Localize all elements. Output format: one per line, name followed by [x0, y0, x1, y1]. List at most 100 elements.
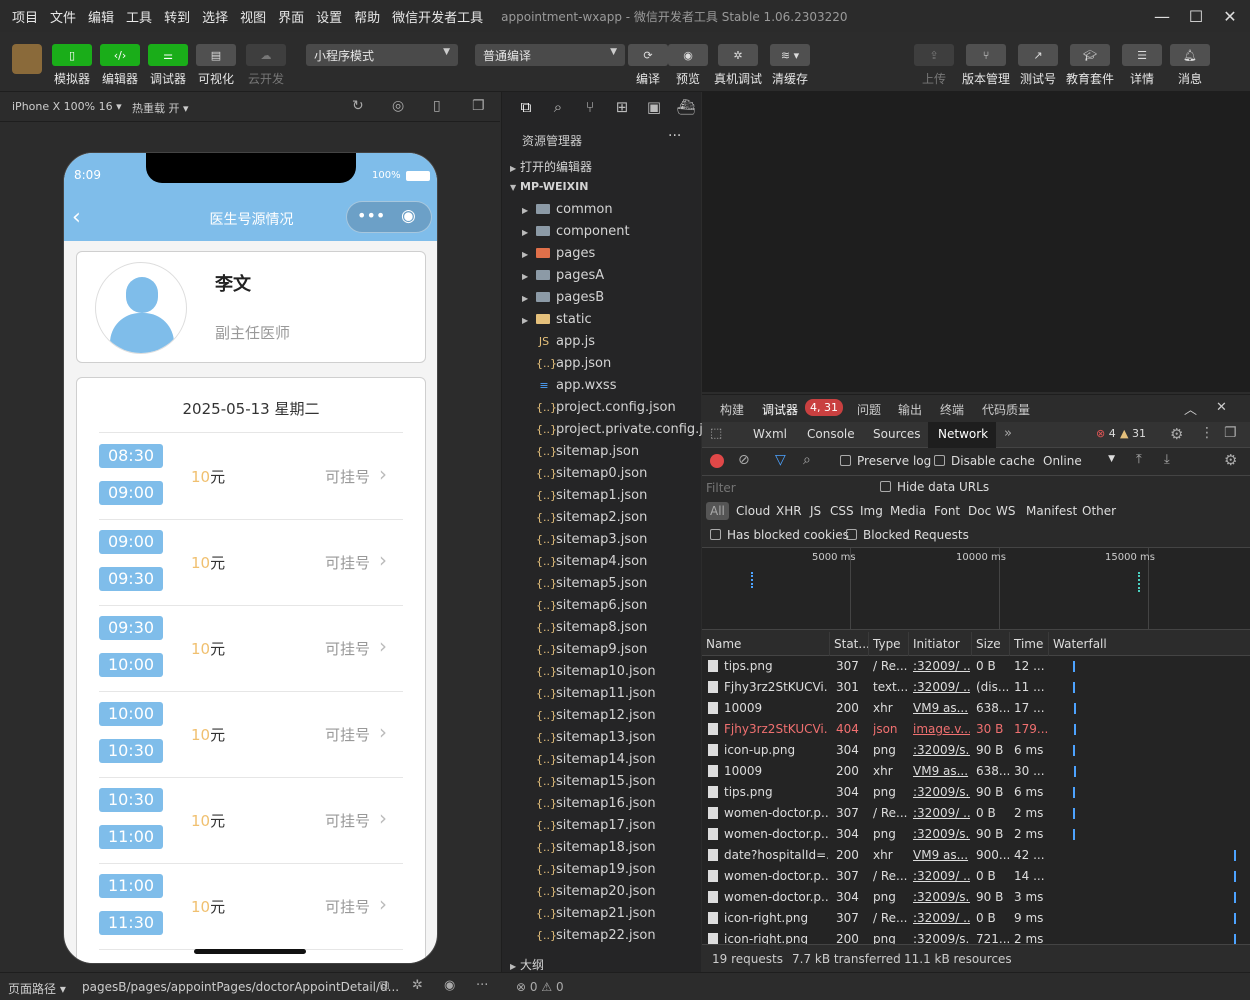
- table-row[interactable]: women-doctor.p... 304 png:32009/s... 90 B 2 …: [702, 824, 1250, 845]
- column-size[interactable]: Size: [972, 632, 1010, 656]
- tree-file[interactable]: {..}sitemap17.json: [532, 818, 728, 840]
- type-filter-font[interactable]: Font: [934, 504, 960, 518]
- tree-folder[interactable]: ▶ pagesB: [522, 290, 718, 312]
- cloud-dev-button[interactable]: ☁: [246, 44, 286, 66]
- tab-console[interactable]: Console: [807, 427, 855, 441]
- preview-button[interactable]: ◉: [668, 44, 708, 66]
- filter-input[interactable]: [706, 478, 868, 498]
- search-icon[interactable]: ⌕: [803, 452, 811, 468]
- time-slot-row[interactable]: 09:30 10:00 10元 可挂号 ›: [99, 606, 403, 692]
- type-filter-ws[interactable]: WS: [996, 504, 1015, 518]
- time-slot-row[interactable]: 09:00 09:30 10元 可挂号 ›: [99, 520, 403, 606]
- menu-item-interface[interactable]: 界面: [278, 7, 304, 26]
- page-path-toggle[interactable]: 页面路径 ▾: [8, 980, 66, 997]
- tab-code-quality[interactable]: 代码质量: [982, 401, 1030, 418]
- type-filter-css[interactable]: CSS: [830, 504, 854, 518]
- table-row[interactable]: tips.png 307 / Re...:32009/ ... 0 B 12 ...: [702, 656, 1250, 677]
- minimize-button[interactable]: —: [1145, 0, 1179, 32]
- tree-file[interactable]: {..}project.config.json: [532, 400, 728, 422]
- bug-icon[interactable]: ✲: [412, 978, 423, 993]
- more-icon[interactable]: ···: [476, 978, 488, 993]
- table-row[interactable]: icon-right.png 307 / Re...:32009/ ... 0 B 9 …: [702, 908, 1250, 929]
- tree-file[interactable]: {..}sitemap0.json: [532, 466, 728, 488]
- tree-file[interactable]: {..}sitemap20.json: [532, 884, 728, 906]
- tree-file[interactable]: {..}sitemap6.json: [532, 598, 728, 620]
- column-name[interactable]: Name: [702, 632, 830, 656]
- cell-initiator[interactable]: VM9 as...: [913, 764, 970, 778]
- record-icon[interactable]: ◎: [392, 98, 404, 114]
- column-type[interactable]: Type: [869, 632, 909, 656]
- close-button[interactable]: ✕: [1213, 0, 1247, 32]
- phone-icon[interactable]: ▯: [433, 98, 441, 114]
- edu-button[interactable]: 🎓︎: [1070, 44, 1110, 66]
- hot-reload-toggle[interactable]: 热重载 开 ▾: [132, 100, 189, 116]
- tree-file[interactable]: {..}sitemap3.json: [532, 532, 728, 554]
- storage-icon[interactable]: ▣: [638, 98, 670, 116]
- tree-folder[interactable]: ▶ common: [522, 202, 718, 224]
- tab-debugger[interactable]: 调试器: [762, 401, 798, 418]
- gear-icon[interactable]: ⚙: [1170, 425, 1183, 443]
- version-button[interactable]: ⑂: [966, 44, 1006, 66]
- root-folder-section[interactable]: ▼ MP-WEIXIN: [510, 180, 706, 202]
- tree-file[interactable]: {..}sitemap19.json: [532, 862, 728, 884]
- time-slot-row[interactable]: 11:00 11:30 10元 可挂号 ›: [99, 864, 403, 950]
- chevron-up-icon[interactable]: ︿: [1184, 399, 1197, 418]
- tree-file[interactable]: {..}sitemap22.json: [532, 928, 728, 950]
- has-blocked-cookies-checkbox[interactable]: Has blocked cookies: [710, 528, 849, 542]
- kebab-menu-icon[interactable]: ⋮: [1200, 425, 1214, 441]
- type-filter-media[interactable]: Media: [890, 504, 926, 518]
- tree-file[interactable]: {..}sitemap16.json: [532, 796, 728, 818]
- details-button[interactable]: ☰: [1122, 44, 1162, 66]
- tab-network[interactable]: Network: [938, 427, 988, 441]
- cell-initiator[interactable]: :32009/s...: [913, 785, 970, 799]
- table-row[interactable]: women-doctor.p... 307 / Re...:32009/ ... 0 …: [702, 866, 1250, 887]
- throttle-select[interactable]: Online ▼: [1043, 454, 1115, 468]
- menu-item-help[interactable]: 帮助: [354, 7, 380, 26]
- popout-icon[interactable]: ❐: [472, 98, 485, 114]
- debugger-toggle-button[interactable]: ⚌: [148, 44, 188, 66]
- search-icon[interactable]: ⌕: [542, 98, 574, 116]
- tab-wxml[interactable]: Wxml: [753, 427, 787, 441]
- tree-file[interactable]: {..}sitemap14.json: [532, 752, 728, 774]
- tree-file[interactable]: {..}sitemap9.json: [532, 642, 728, 664]
- mode-select[interactable]: 小程序模式 ▼: [306, 44, 458, 66]
- visual-toggle-button[interactable]: ▤: [196, 44, 236, 66]
- tree-file[interactable]: {..}sitemap10.json: [532, 664, 728, 686]
- menu-item-goto[interactable]: 转到: [164, 7, 190, 26]
- page-path[interactable]: pagesB/pages/appointPages/doctorAppointD…: [82, 980, 399, 994]
- device-select[interactable]: iPhone X 100% 16 ▾: [12, 100, 122, 113]
- close-panel-icon[interactable]: ✕: [1216, 400, 1227, 415]
- table-row[interactable]: women-doctor.p... 307 / Re...:32009/ ... 0 …: [702, 803, 1250, 824]
- inspect-icon[interactable]: ⬚: [710, 426, 722, 441]
- warning-count[interactable]: ▲ 31: [1120, 427, 1146, 440]
- tree-file[interactable]: {..}sitemap8.json: [532, 620, 728, 642]
- maximize-button[interactable]: ☐: [1179, 0, 1213, 32]
- preserve-log-checkbox[interactable]: Preserve log: [840, 454, 931, 468]
- source-control-icon[interactable]: ⑂: [574, 98, 606, 116]
- column-time[interactable]: Time: [1010, 632, 1049, 656]
- column-waterfall[interactable]: Waterfall: [1049, 632, 1250, 656]
- cell-initiator[interactable]: VM9 as...: [913, 848, 970, 862]
- eye-icon[interactable]: ◉: [444, 978, 455, 993]
- tree-file[interactable]: {..}sitemap4.json: [532, 554, 728, 576]
- hide-data-urls-checkbox[interactable]: Hide data URLs: [880, 480, 989, 494]
- simulator-toggle-button[interactable]: ▯: [52, 44, 92, 66]
- tree-folder[interactable]: ▶ pagesA: [522, 268, 718, 290]
- tree-folder[interactable]: ▶ static: [522, 312, 718, 334]
- table-row[interactable]: Fjhy3rz2StKUCVi... 301 text...:32009/ ... (…: [702, 677, 1250, 698]
- table-row[interactable]: tips.png 304 png:32009/s... 90 B 6 ms: [702, 782, 1250, 803]
- menu-item-settings[interactable]: 设置: [316, 7, 342, 26]
- time-slot-row[interactable]: 10:00 10:30 10元 可挂号 ›: [99, 692, 403, 778]
- cell-initiator[interactable]: VM9 as...: [913, 701, 970, 715]
- column-initiator[interactable]: Initiator: [909, 632, 972, 656]
- cell-initiator[interactable]: :32009/s...: [913, 827, 970, 841]
- extensions-icon[interactable]: ⊞: [606, 98, 638, 116]
- tree-file[interactable]: {..}sitemap12.json: [532, 708, 728, 730]
- more-tabs-icon[interactable]: »: [1004, 426, 1012, 441]
- close-circle-icon[interactable]: ◉: [401, 206, 416, 226]
- tree-file[interactable]: {..}app.json: [532, 356, 728, 378]
- tab-build[interactable]: 构建: [720, 401, 744, 418]
- tree-folder[interactable]: ▶ component: [522, 224, 718, 246]
- cell-initiator[interactable]: :32009/ ...: [913, 869, 970, 883]
- record-icon[interactable]: [710, 454, 724, 468]
